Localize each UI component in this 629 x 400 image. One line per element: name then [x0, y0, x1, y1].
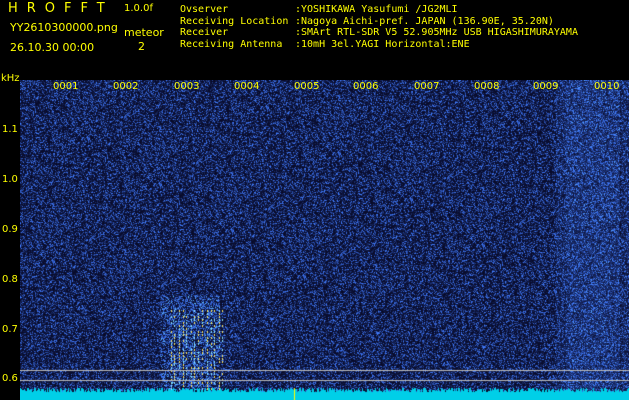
freq-tick-label: 1.1: [2, 124, 18, 135]
freq-tick-label: 0.7: [2, 324, 18, 335]
khz-unit-label: kHz: [1, 73, 20, 84]
time-tick-label: 0009: [533, 81, 559, 92]
freq-tick-label: 1.0: [2, 174, 18, 185]
info-antenna: Receiving Antenna:10mH 3el.YAGI Horizont…: [180, 38, 470, 50]
time-tick-label: 0002: [113, 81, 139, 92]
meteor-count: 2: [138, 40, 145, 53]
freq-tick-label: 0.8: [2, 274, 18, 285]
info-receiver: Receiver:SMArt RTL-SDR V5 52.905MHz USB …: [180, 27, 578, 38]
spectrogram-plot: [20, 80, 629, 400]
info-location: Receiving Location:Nagoya Aichi-pref. JA…: [180, 15, 554, 27]
freq-tick-label: 0.9: [2, 224, 18, 235]
time-tick-label: 0008: [474, 81, 500, 92]
file-name: YY2610300000.png: [10, 21, 118, 34]
time-tick-label: 0006: [353, 81, 379, 92]
app-title: HROFFT: [8, 1, 114, 16]
datetime: 26.10.30 00:00: [10, 41, 95, 54]
app-version: 1.0.0f: [124, 3, 153, 14]
time-tick-label: 0007: [414, 81, 440, 92]
time-tick-label: 0003: [174, 81, 200, 92]
spectrogram-screen: { "header": { "app_title": "HROFFT", "ve…: [0, 0, 629, 400]
spectrogram-canvas: [20, 80, 629, 400]
time-tick-label: 0010: [594, 81, 620, 92]
info-observer: Ovserver:YOSHIKAWA Yasufumi /JG2MLI: [180, 4, 458, 15]
freq-tick-label: 0.6: [2, 373, 18, 384]
time-tick-label: 0004: [234, 81, 260, 92]
time-tick-label: 0005: [294, 81, 320, 92]
time-tick-label: 0001: [53, 81, 79, 92]
station-info: Ovserver:YOSHIKAWA Yasufumi /JG2MLI Rece…: [180, 4, 578, 50]
meteor-label: meteor: [124, 26, 164, 39]
